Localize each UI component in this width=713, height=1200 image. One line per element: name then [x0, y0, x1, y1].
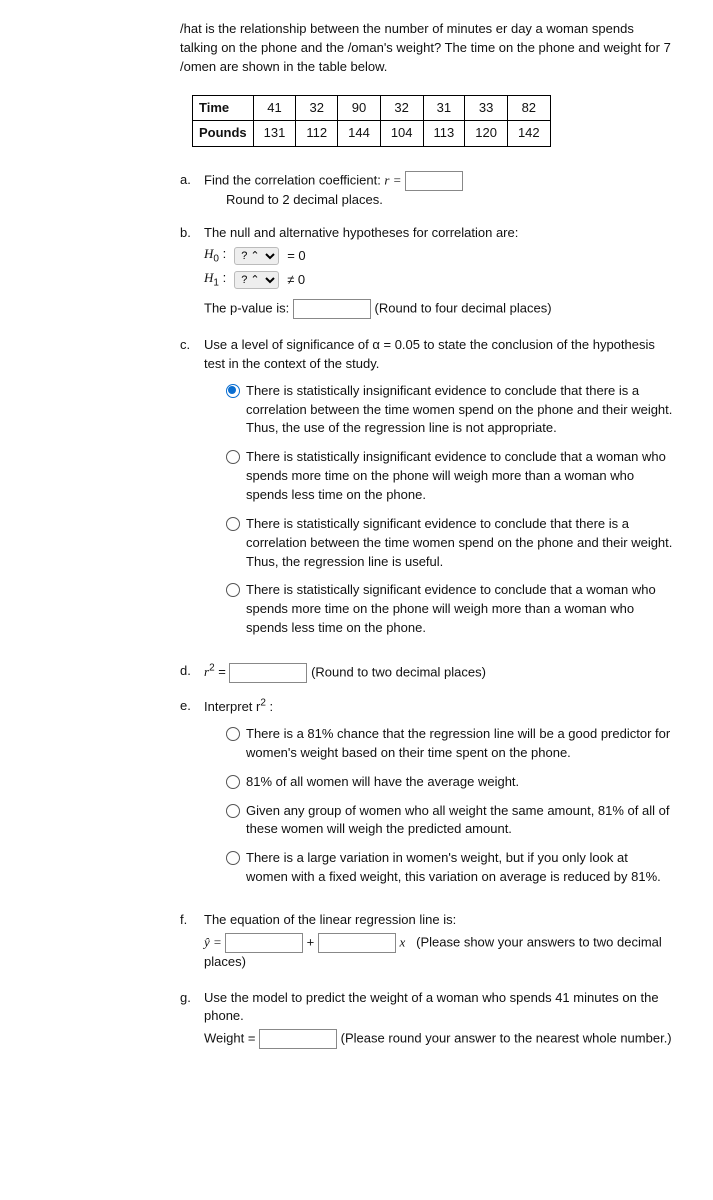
r-equals: r = — [384, 173, 401, 188]
table-row: Pounds 131 112 144 104 113 120 142 — [193, 121, 551, 147]
item-marker-b: b. — [180, 224, 204, 322]
pvalue-input[interactable] — [293, 299, 371, 319]
r2-label: r2 = — [204, 664, 229, 679]
plus-sign: + — [307, 934, 318, 949]
b-text: The null and alternative hypotheses for … — [204, 224, 673, 243]
e-option-1[interactable]: There is a 81% chance that the regressio… — [226, 725, 673, 763]
r-input[interactable] — [405, 171, 463, 191]
radio-icon — [226, 727, 240, 741]
pvalue-note: (Round to four decimal places) — [375, 301, 552, 316]
item-marker-d: d. — [180, 662, 204, 683]
slope-input[interactable] — [318, 933, 396, 953]
intercept-input[interactable] — [225, 933, 303, 953]
e-text: Interpret r2 : — [204, 699, 273, 714]
radio-icon — [226, 583, 240, 597]
e-option-4-text: There is a large variation in women's we… — [246, 849, 673, 887]
pvalue-label: The p-value is: — [204, 301, 289, 316]
c-option-4[interactable]: There is statistically significant evide… — [226, 581, 673, 638]
x-var: x — [400, 934, 406, 949]
c-text: Use a level of significance of α = 0.05 … — [204, 336, 673, 374]
item-marker-c: c. — [180, 336, 204, 648]
c-option-3-text: There is statistically significant evide… — [246, 515, 673, 572]
item-marker-g: g. — [180, 989, 204, 1053]
h0-label: H0 : — [204, 245, 226, 267]
r2-note: (Round to two decimal places) — [311, 664, 486, 679]
h0-select[interactable]: ? ⌃ — [234, 247, 279, 265]
a-text: Find the correlation coefficient: — [204, 173, 384, 188]
radio-icon — [226, 775, 240, 789]
c-option-3[interactable]: There is statistically significant evide… — [226, 515, 673, 572]
r2-input[interactable] — [229, 663, 307, 683]
h1-label: H1 : — [204, 269, 226, 291]
item-marker-f: f. — [180, 911, 204, 975]
row-label-pounds: Pounds — [193, 121, 254, 147]
g-note: (Please round your answer to the nearest… — [341, 1031, 672, 1046]
weight-input[interactable] — [259, 1029, 337, 1049]
e-option-3-text: Given any group of women who all weight … — [246, 802, 673, 840]
a-round-note: Round to 2 decimal places. — [204, 191, 673, 210]
e-option-2-text: 81% of all women will have the average w… — [246, 773, 673, 792]
h0-eq: = 0 — [287, 247, 305, 266]
table-row: Time 41 32 90 32 31 33 82 — [193, 95, 551, 121]
g-text: Use the model to predict the weight of a… — [204, 989, 673, 1027]
question-intro: /hat is the relationship between the num… — [180, 20, 673, 77]
weight-label: Weight = — [204, 1031, 259, 1046]
c-option-2-text: There is statistically insignificant evi… — [246, 448, 673, 505]
c-option-1[interactable]: There is statistically insignificant evi… — [226, 382, 673, 439]
item-marker-e: e. — [180, 697, 204, 897]
data-table: Time 41 32 90 32 31 33 82 Pounds 131 112… — [192, 95, 551, 148]
c-option-4-text: There is statistically significant evide… — [246, 581, 673, 638]
radio-icon — [226, 804, 240, 818]
e-option-4[interactable]: There is a large variation in women's we… — [226, 849, 673, 887]
c-option-2[interactable]: There is statistically insignificant evi… — [226, 448, 673, 505]
radio-icon — [226, 450, 240, 464]
radio-icon — [226, 384, 240, 398]
radio-icon — [226, 851, 240, 865]
f-text: The equation of the linear regression li… — [204, 911, 673, 930]
row-label-time: Time — [193, 95, 254, 121]
e-option-1-text: There is a 81% chance that the regressio… — [246, 725, 673, 763]
item-marker-a: a. — [180, 171, 204, 210]
radio-icon — [226, 517, 240, 531]
e-option-3[interactable]: Given any group of women who all weight … — [226, 802, 673, 840]
h1-neq: ≠ 0 — [287, 271, 305, 290]
h1-select[interactable]: ? ⌃ — [234, 271, 279, 289]
e-option-2[interactable]: 81% of all women will have the average w… — [226, 773, 673, 792]
yhat-label: ŷ = — [204, 934, 225, 949]
c-option-1-text: There is statistically insignificant evi… — [246, 382, 673, 439]
